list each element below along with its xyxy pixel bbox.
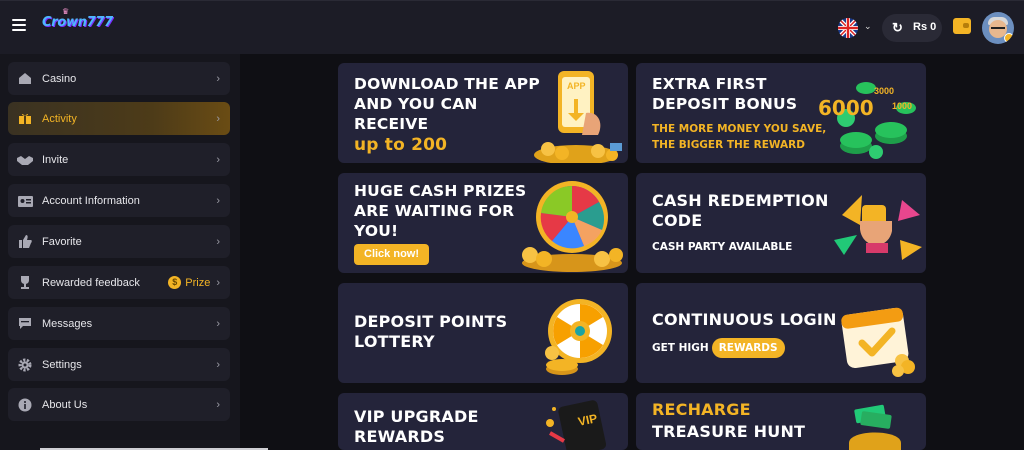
card-highlight: up to 200 [354, 135, 448, 155]
sidebar-item-casino[interactable]: Casino › [8, 62, 230, 95]
card-title: EXTRA FIRST DEPOSIT BONUS [652, 75, 798, 113]
prize-wheel-illustration [516, 175, 628, 273]
logo[interactable]: ♛ Crown777 [42, 7, 113, 30]
sidebar-item-messages[interactable]: Messages › [8, 307, 230, 340]
chevron-right-icon: › [216, 358, 220, 371]
house-icon [17, 71, 33, 87]
sidebar-item-settings[interactable]: Settings › [8, 348, 230, 381]
card-title: HUGE CASH PRIZES ARE WAITING FOR YOU! [354, 182, 527, 240]
card-sub: CASH PARTY AVAILABLE [652, 241, 793, 253]
sidebar-item-favorite[interactable]: Favorite › [8, 225, 230, 258]
trophy-icon [17, 275, 33, 291]
vip-badge-icon [1004, 33, 1014, 43]
gear-icon [17, 357, 33, 373]
thumbs-up-icon [17, 234, 33, 250]
card-title-line1: RECHARGE [652, 400, 751, 419]
chevron-right-icon: › [216, 398, 220, 411]
cash-prizes-card[interactable]: HUGE CASH PRIZES ARE WAITING FOR YOU! Cl… [338, 173, 628, 273]
card-sub-text: GET HIGH [652, 342, 709, 354]
sidebar-item-label: Rewarded feedback [42, 276, 140, 289]
crown-icon: ♛ [62, 7, 69, 16]
lottery-wheel-illustration [538, 291, 628, 383]
click-now-button[interactable]: Click now! [354, 244, 430, 265]
sidebar-item-account-information[interactable]: Account Information › [8, 184, 230, 217]
chevron-right-icon: › [216, 317, 220, 330]
sidebar-item-label: Account Information [42, 194, 140, 207]
wallet-icon[interactable] [953, 18, 971, 34]
chevron-down-icon[interactable]: ⌄ [864, 21, 872, 32]
chip-value-small: 1000 [892, 101, 913, 111]
sidebar-item-rewarded-feedback[interactable]: Rewarded feedback $ Prize › [8, 266, 230, 299]
uk-flag-icon[interactable] [838, 18, 858, 38]
sidebar-item-label: Settings [42, 358, 82, 371]
card-title: CONTINUOUS LOGIN [652, 310, 837, 329]
id-card-icon [17, 193, 33, 209]
gift-icon [17, 111, 33, 127]
info-icon [17, 397, 33, 413]
sidebar: Casino › Activity › Invite › Account Inf… [0, 54, 240, 450]
avatar[interactable] [982, 12, 1014, 44]
money-bag-illustration [841, 403, 926, 450]
message-icon [17, 316, 33, 332]
chevron-right-icon: › [216, 112, 220, 125]
deposit-bonus-card[interactable]: EXTRA FIRST DEPOSIT BONUS THE MORE MONEY… [636, 63, 926, 163]
sidebar-item-activity[interactable]: Activity › [8, 102, 230, 135]
deposit-points-lottery-card[interactable]: DEPOSIT POINTS LOTTERY [338, 283, 628, 383]
chevron-right-icon: › [216, 235, 220, 248]
cash-redemption-card[interactable]: CASH REDEMPTION CODE CASH PARTY AVAILABL… [636, 173, 926, 273]
card-title: DEPOSIT POINTS LOTTERY [354, 312, 508, 351]
logo-text: Crown777 [42, 15, 113, 30]
card-title: CASH REDEMPTION CODE [652, 191, 829, 230]
card-title-line2: TREASURE HUNT [652, 422, 806, 441]
recharge-treasure-hunt-card[interactable]: RECHARGE TREASURE HUNT [636, 393, 926, 450]
sidebar-item-label: About Us [42, 398, 88, 411]
chevron-right-icon: › [216, 194, 220, 207]
sidebar-item-invite[interactable]: Invite › [8, 143, 230, 176]
app-label: APP [567, 81, 586, 91]
chip-value-large: 6000 [818, 96, 874, 120]
chevron-right-icon: › [216, 153, 220, 166]
download-app-card[interactable]: DOWNLOAD THE APP AND YOU CAN RECEIVE up … [338, 63, 628, 163]
sidebar-item-label: Favorite [42, 235, 82, 248]
sidebar-item-about-us[interactable]: About Us › [8, 388, 230, 421]
vip-card-illustration: VIP [538, 397, 628, 450]
vip-upgrade-card[interactable]: VIP UPGRADE REWARDS VIP [338, 393, 628, 450]
calendar-check-illustration [836, 299, 926, 383]
chip-value-mid: 3000 [874, 86, 895, 96]
balance-amount: Rs 0 [913, 21, 937, 33]
phone-app-illustration: APP [528, 63, 628, 163]
continuous-login-card[interactable]: CONTINUOUS LOGIN GET HIGH REWARDS [636, 283, 926, 383]
coin-icon: $ [168, 276, 182, 289]
redemption-hand-illustration [832, 185, 926, 273]
card-sub-line2: THE BIGGER THE REWARD [652, 139, 805, 151]
chips-illustration: 6000 3000 1000 [816, 68, 926, 163]
rewards-pill: REWARDS [711, 338, 785, 358]
card-sub: GET HIGH REWARDS [652, 338, 785, 358]
sidebar-item-label: Casino [42, 72, 77, 85]
prize-label: Prize [185, 276, 211, 289]
card-title: VIP UPGRADE REWARDS [354, 407, 479, 446]
refresh-icon[interactable]: ↻ [892, 20, 903, 36]
sidebar-item-label: Activity [42, 112, 77, 125]
sidebar-item-label: Invite [42, 153, 69, 166]
balance-display[interactable]: ↻ Rs 0 [882, 14, 942, 42]
prize-badge: $ Prize [168, 276, 210, 289]
card-sub-line1: THE MORE MONEY YOU SAVE, [652, 123, 827, 135]
top-bar: ♛ Crown777 ⌄ ↻ Rs 0 [0, 0, 1024, 54]
card-title: DOWNLOAD THE APP AND YOU CAN RECEIVE [354, 75, 540, 133]
hamburger-menu-icon[interactable] [12, 19, 26, 33]
handshake-icon [17, 152, 33, 168]
chevron-right-icon: › [216, 72, 220, 85]
sidebar-item-label: Messages [42, 317, 93, 330]
chevron-right-icon: › [216, 276, 220, 289]
